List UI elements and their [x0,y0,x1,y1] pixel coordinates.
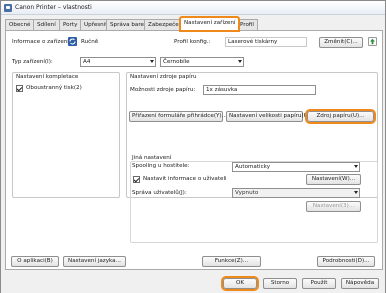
dialog-button-bar: OK Storno Použít Nápověda [1,271,385,293]
spooling-label: Spooling u hostitele: [132,163,190,169]
user-management-label: Správa uživatelů(J): [132,190,187,196]
refresh-icon[interactable] [68,37,77,46]
chevron-down-icon [354,191,358,194]
paper-size-settings-button[interactable]: Nastavení velikosti papíru(K)... [226,111,315,122]
export-profile-icon[interactable] [368,37,377,46]
spooling-select[interactable]: Automaticky [232,162,360,172]
green-arrow-icon [370,38,375,45]
device-type-label: Typ zařízení(I): [12,59,53,65]
chevron-down-icon [354,165,358,168]
user-info-label: Nastavit informace o uživateli [143,176,227,182]
title-bar[interactable]: Canon Printer – vlastnosti [1,1,385,15]
chevron-down-icon [150,60,154,63]
help-button[interactable]: Nápověda [341,278,379,289]
refresh-arrows-icon [69,38,76,45]
profile-label: Profil konfig.: [174,39,211,45]
window-title: Canon Printer – vlastnosti [15,4,92,11]
printer-properties-window: Canon Printer – vlastnosti Obecné Sdílen… [0,0,386,293]
user-info-checkbox[interactable] [133,176,140,183]
duplex-checkbox[interactable] [16,85,23,92]
ok-button[interactable]: OK [221,276,259,291]
user-management-settings-button[interactable]: Nastavení(3)... [306,201,361,212]
spooling-value: Automaticky [235,164,271,170]
finishing-group-label: Nastavení kompletace [16,74,79,80]
profile-value: Laserové tiskárny [225,37,307,47]
paper-source-options-label: Možnosti zdroje papíru: [130,87,196,93]
tab-device-settings[interactable]: Nastavení zařízení [178,16,241,32]
device-settings-panel: Informace o zařízení: Ručně Profil konfi… [5,30,383,270]
paper-source-button[interactable]: Zdroj papíru(U)... [305,109,376,124]
user-info-settings-button[interactable]: Nastavení(W)... [306,174,361,185]
details-button[interactable]: Podrobnosti(D)... [317,256,375,267]
tab-profile[interactable]: Profil [236,19,258,30]
tab-sharing[interactable]: Sdílení [33,19,60,30]
color-mode-select[interactable]: Černobíle [160,57,244,67]
paper-source-options-field[interactable]: 1x zásuvka [203,85,316,95]
about-button[interactable]: O aplikaci(B) [11,256,59,267]
paper-source-group-label: Nastavení zdroje papíru [130,74,197,80]
device-info-label: Informace o zařízení: [12,39,71,45]
duplex-label: Oboustranný tisk(2) [26,85,82,91]
change-profile-button[interactable]: Změnit(C)... [319,37,363,48]
device-info-value: Ručně [81,39,99,45]
chevron-down-icon [238,60,242,63]
color-mode-value: Černobíle [163,59,190,65]
cancel-button[interactable]: Storno [263,278,297,289]
functions-button[interactable]: Funkce(Z)... [202,256,261,267]
apply-button[interactable]: Použít [302,278,336,289]
form-to-tray-button[interactable]: Přiřazení formuláře přihrádce(Y)... [129,111,227,122]
user-management-value: Vypnuto [235,190,259,196]
tab-general[interactable]: Obecné [5,19,35,30]
language-settings-button[interactable]: Nastavení jazyka... [63,256,126,267]
printer-icon [4,4,12,12]
other-settings-label: Jiná nastavení [132,155,174,161]
tab-ports[interactable]: Porty [59,19,82,30]
paper-size-select[interactable]: A4 [80,57,156,67]
user-management-select[interactable]: Vypnuto [232,188,360,198]
paper-size-value: A4 [83,59,91,65]
